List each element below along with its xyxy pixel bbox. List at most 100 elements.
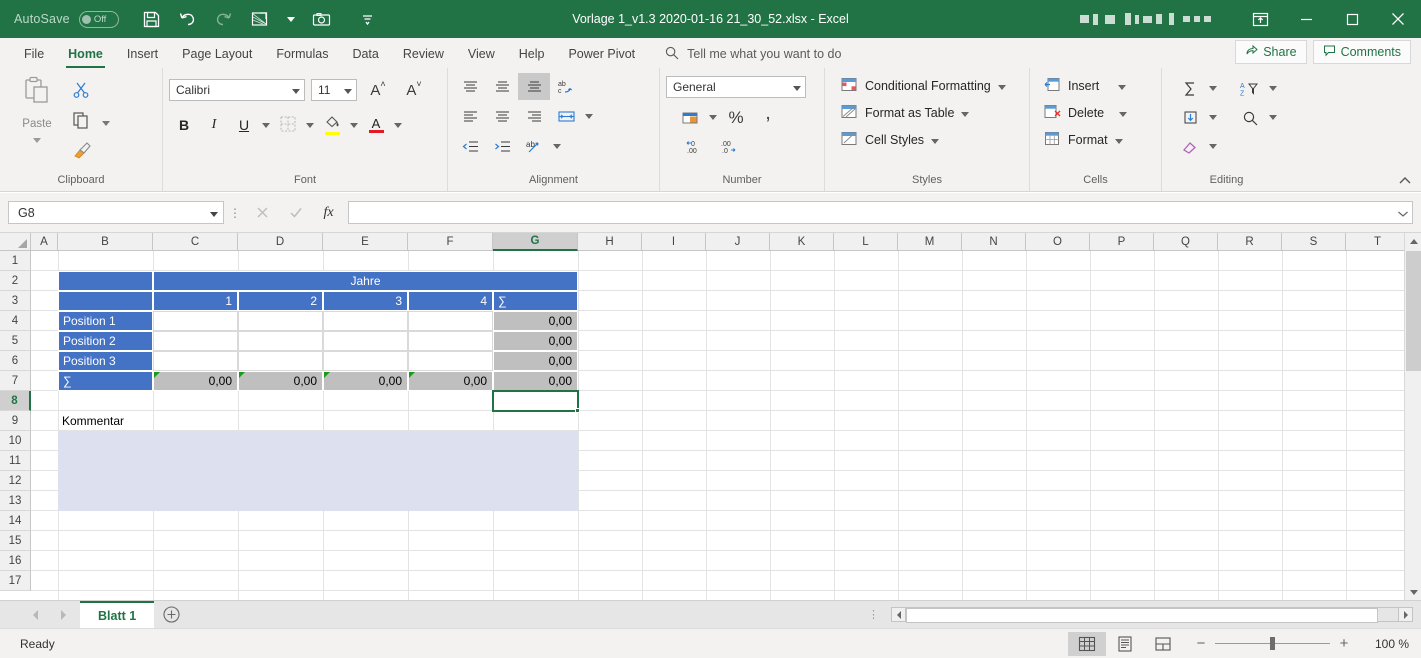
user-account-blurred[interactable] <box>1080 13 1211 25</box>
clear-button[interactable] <box>1174 133 1220 160</box>
percent-style-button[interactable]: % <box>720 104 752 131</box>
column-header-e[interactable]: E <box>323 233 408 251</box>
column-header-o[interactable]: O <box>1026 233 1090 251</box>
table-input-cell-E5[interactable] <box>323 331 408 351</box>
paste-button[interactable]: Paste <box>6 73 68 148</box>
comma-style-button[interactable]: , <box>752 104 784 131</box>
customize-quick-access-toolbar-icon[interactable] <box>351 4 385 34</box>
close-button[interactable] <box>1375 0 1421 38</box>
column-header-f[interactable]: F <box>408 233 493 251</box>
normal-view-icon[interactable] <box>1068 631 1106 656</box>
horizontal-scrollbar[interactable] <box>891 606 1413 623</box>
cell-styles-dropdown-icon[interactable] <box>931 133 940 147</box>
zoom-slider-thumb[interactable] <box>1270 637 1275 650</box>
row-header-4[interactable]: 4 <box>0 311 31 331</box>
row-header-8[interactable]: 8 <box>0 391 31 411</box>
autosum-button[interactable] <box>1174 75 1220 102</box>
formula-bar-handle[interactable]: ⋮ <box>224 206 246 220</box>
tab-page-layout[interactable]: Page Layout <box>170 40 264 68</box>
table-year-header-1[interactable]: 1 <box>153 291 238 311</box>
page-layout-view-icon[interactable] <box>1106 632 1144 656</box>
row-header-2[interactable]: 2 <box>0 271 31 291</box>
table-input-cell-D4[interactable] <box>238 311 323 331</box>
column-header-k[interactable]: K <box>770 233 834 251</box>
conditional-formatting-button[interactable]: Conditional Formatting <box>841 75 1006 97</box>
row-header-12[interactable]: 12 <box>0 471 31 491</box>
sort-and-filter-button[interactable]: AZ <box>1234 75 1280 102</box>
find-select-dropdown-icon[interactable] <box>1266 115 1280 120</box>
increase-indent-button[interactable] <box>486 133 518 160</box>
column-header-g[interactable]: G <box>493 233 578 251</box>
number-format-dropdown-icon[interactable] <box>793 80 801 94</box>
format-dropdown-icon[interactable] <box>1114 133 1123 147</box>
save-icon[interactable] <box>135 4 169 34</box>
tab-insert[interactable]: Insert <box>115 40 170 68</box>
table-input-cell-C4[interactable] <box>153 311 238 331</box>
table-input-cell-E4[interactable] <box>323 311 408 331</box>
table-subheader-blank[interactable] <box>58 291 153 311</box>
table-column-total-2[interactable]: 0,00 <box>238 371 323 391</box>
borders-button[interactable] <box>273 111 303 139</box>
formula-input[interactable] <box>348 201 1413 224</box>
row-header-7[interactable]: 7 <box>0 371 31 391</box>
zoom-slider[interactable] <box>1215 637 1330 650</box>
fill-color-dropdown-icon[interactable] <box>347 122 361 128</box>
insert-dropdown-icon[interactable] <box>1118 79 1127 93</box>
delete-dropdown-icon[interactable] <box>1119 106 1128 120</box>
row-header-17[interactable]: 17 <box>0 571 31 591</box>
table-row-total-1[interactable]: 0,00 <box>493 311 578 331</box>
accounting-dropdown-icon[interactable] <box>706 115 720 120</box>
tab-help[interactable]: Help <box>507 40 557 68</box>
horizontal-scroll-thumb[interactable] <box>906 608 1378 623</box>
table-corner-cell[interactable] <box>58 271 153 291</box>
column-header-l[interactable]: L <box>834 233 898 251</box>
column-header-c[interactable]: C <box>153 233 238 251</box>
align-right-button[interactable] <box>518 103 550 130</box>
table-row-label-3[interactable]: Position 3 <box>58 351 153 371</box>
decrease-font-size-button[interactable]: A ˅ <box>399 76 429 104</box>
cell-styles-button[interactable]: Cell Styles <box>841 129 1006 151</box>
scroll-up-button[interactable] <box>1405 233 1421 250</box>
table-input-cell-F5[interactable] <box>408 331 493 351</box>
tab-formulas[interactable]: Formulas <box>264 40 340 68</box>
font-size-combo[interactable]: 11 <box>311 79 357 101</box>
table-input-cell-F4[interactable] <box>408 311 493 331</box>
center-button[interactable] <box>486 103 518 130</box>
add-sheet-button[interactable] <box>154 602 188 628</box>
scroll-down-button[interactable] <box>1405 583 1421 600</box>
row-header-9[interactable]: 9 <box>0 411 31 431</box>
column-header-r[interactable]: R <box>1218 233 1282 251</box>
borders-dropdown-icon[interactable] <box>303 122 317 128</box>
table-year-header-2[interactable]: 2 <box>238 291 323 311</box>
ribbon-display-options-icon[interactable] <box>1237 0 1283 38</box>
table-header-jahre[interactable]: Jahre <box>153 271 578 291</box>
sheet-tab-blatt-1[interactable]: Blatt 1 <box>80 601 155 628</box>
row-header-5[interactable]: 5 <box>0 331 31 351</box>
quick-print-dropdown-icon[interactable] <box>279 4 303 34</box>
vertical-scroll-thumb[interactable] <box>1406 251 1421 371</box>
top-align-button[interactable] <box>454 73 486 100</box>
decrease-decimal-button[interactable]: .00.0 <box>712 133 744 160</box>
name-box[interactable]: G8 <box>8 201 224 224</box>
vertical-scrollbar[interactable] <box>1404 233 1421 600</box>
italic-button[interactable]: I <box>199 111 229 139</box>
page-break-preview-icon[interactable] <box>1144 632 1182 656</box>
paste-dropdown-icon[interactable] <box>33 130 41 148</box>
insert-cells-button[interactable]: Insert <box>1044 75 1127 97</box>
collapse-ribbon-button[interactable] <box>1397 173 1413 189</box>
comment-label[interactable]: Kommentar <box>58 411 213 431</box>
redo-icon[interactable] <box>207 4 241 34</box>
horizontal-scroll-track[interactable] <box>906 607 1398 623</box>
increase-font-size-button[interactable]: A ˄ <box>363 76 393 104</box>
bottom-align-button[interactable] <box>518 73 550 100</box>
scroll-left-button[interactable] <box>891 607 906 622</box>
format-as-table-button[interactable]: Format as Table <box>841 102 1006 124</box>
column-header-n[interactable]: N <box>962 233 1026 251</box>
tab-data[interactable]: Data <box>340 40 390 68</box>
table-year-header-4[interactable]: 4 <box>408 291 493 311</box>
tab-home[interactable]: Home <box>56 40 115 68</box>
camera-icon[interactable] <box>305 4 339 34</box>
fill-button[interactable] <box>1174 104 1220 131</box>
table-row-label-2[interactable]: Position 2 <box>58 331 153 351</box>
decrease-indent-button[interactable] <box>454 133 486 160</box>
